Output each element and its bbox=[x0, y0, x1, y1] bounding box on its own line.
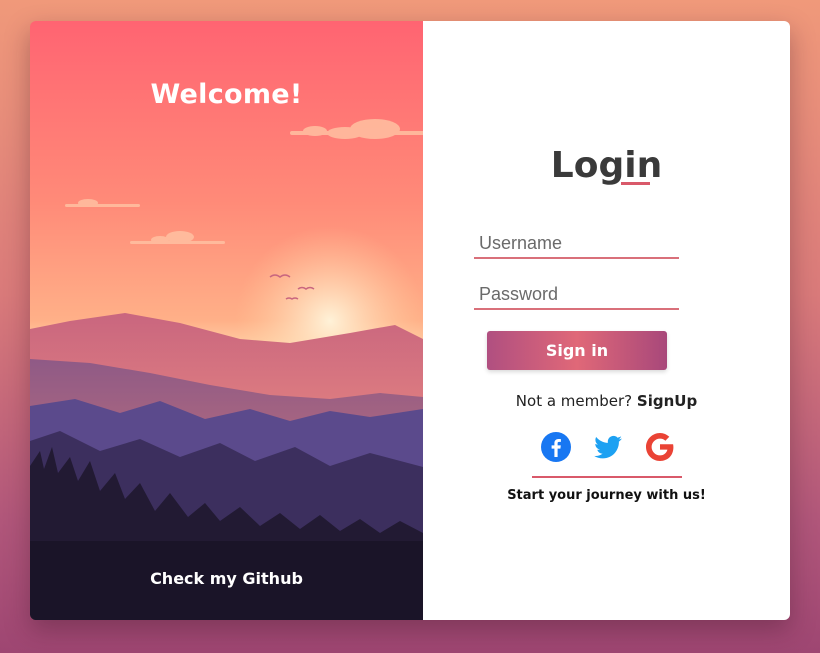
welcome-heading: Welcome! bbox=[150, 79, 303, 110]
login-title: Login bbox=[550, 145, 663, 186]
github-link[interactable]: Check my Github bbox=[30, 569, 423, 588]
social-login-row bbox=[540, 431, 676, 463]
google-icon[interactable] bbox=[644, 431, 676, 463]
not-member-text: Not a member? bbox=[515, 392, 633, 410]
login-title-underline bbox=[621, 182, 650, 185]
social-divider bbox=[532, 476, 682, 478]
journey-tagline: Start your journey with us! bbox=[507, 488, 706, 503]
login-panel: Login bbox=[423, 21, 790, 620]
password-input[interactable] bbox=[474, 280, 679, 310]
signup-link[interactable]: SignUp bbox=[637, 392, 697, 410]
twitter-icon[interactable] bbox=[592, 431, 624, 463]
username-input[interactable] bbox=[474, 229, 679, 259]
signup-prompt: Not a member? SignUp bbox=[423, 392, 790, 410]
sign-in-button[interactable]: Sign in bbox=[487, 331, 667, 370]
mountain-landscape-illustration bbox=[30, 119, 423, 620]
clouds bbox=[65, 119, 423, 244]
facebook-icon[interactable] bbox=[540, 431, 572, 463]
illustration-panel: Welcome! Check my Github bbox=[30, 21, 423, 620]
login-card: Welcome! Check my Github Login bbox=[30, 21, 790, 620]
